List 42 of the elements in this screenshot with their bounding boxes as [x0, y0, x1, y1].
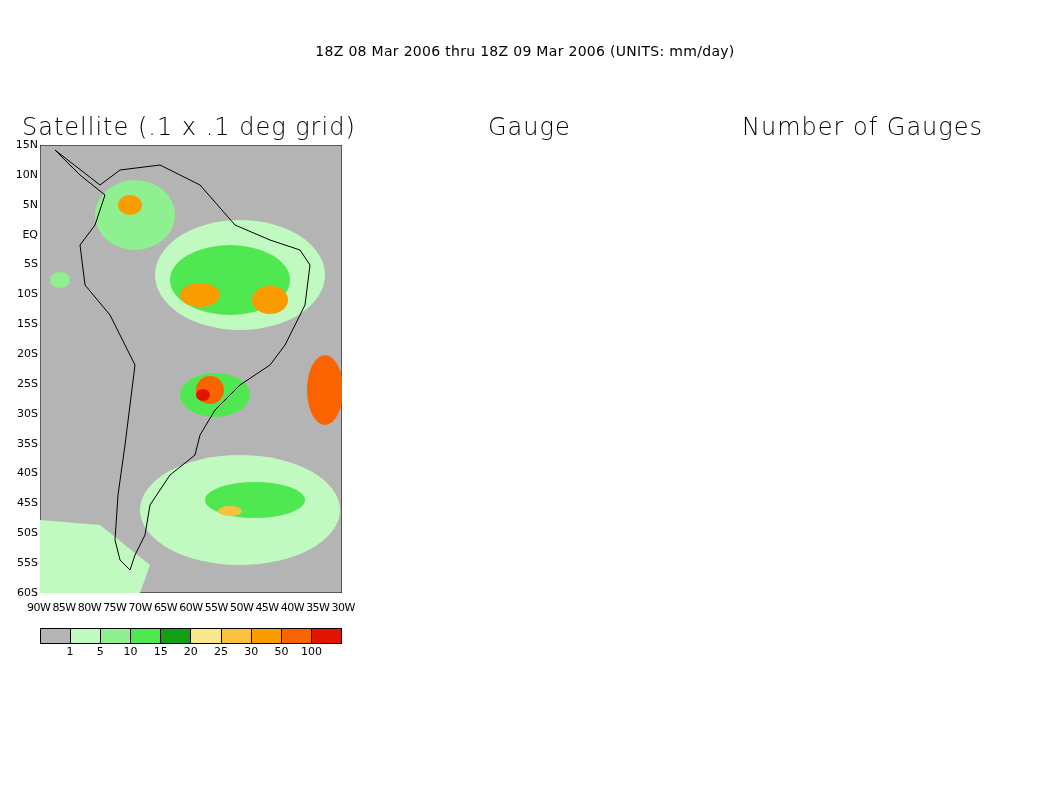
- longitude-label: 35W: [306, 602, 330, 614]
- latitude-label: 5N: [22, 198, 38, 211]
- latitude-label: 55S: [17, 557, 38, 570]
- latitude-label: 50S: [17, 527, 38, 540]
- scale-label: 25: [214, 646, 229, 658]
- latitude-label: 60S: [17, 586, 38, 599]
- longitude-label: 50W: [230, 602, 254, 614]
- scale-label: 15: [153, 646, 168, 658]
- scale-label: 1: [66, 646, 74, 658]
- latitude-label: EQ: [22, 228, 38, 241]
- longitude-label: 85W: [52, 602, 76, 614]
- panel-title: Number of Gauges: [741, 113, 984, 141]
- latitude-label: 25S: [17, 377, 38, 390]
- latitude-label: 20S: [17, 348, 38, 360]
- latitude-label: 40S: [17, 467, 38, 480]
- scale-label: 20: [183, 646, 198, 658]
- panel-title: Gauge: [487, 113, 572, 141]
- latitude-label: 45S: [17, 497, 38, 510]
- longitude-label: 80W: [77, 602, 102, 614]
- longitude-label: 65W: [153, 602, 178, 614]
- latitude-label: 5S: [24, 258, 38, 271]
- longitude-label: 90W: [27, 602, 51, 614]
- scale-label: 5: [96, 646, 104, 658]
- longitude-label: 75W: [103, 602, 127, 614]
- panel-title: Satellite (.1 x .1 deg grid): [22, 113, 357, 141]
- longitude-label: 30W: [331, 602, 355, 614]
- latitude-label: 30S: [17, 407, 38, 420]
- scale-label: 10: [123, 646, 138, 658]
- longitude-label: 55W: [204, 602, 228, 614]
- latitude-label: 15N: [15, 139, 38, 151]
- latitude-label: 10S: [17, 288, 38, 301]
- plot-title: 18Z 08 Mar 2006 thru 18Z 09 Mar 2006 (UNITS: mm/day): [314, 43, 736, 59]
- longitude-label: 60W: [179, 602, 203, 614]
- scale-label: 100: [301, 646, 323, 658]
- latitude-label: 10N: [15, 168, 38, 181]
- longitude-label: 45W: [255, 602, 279, 614]
- latitude-label: 15S: [17, 318, 38, 331]
- longitude-label: 70W: [128, 602, 152, 614]
- scale-label: 30: [244, 646, 259, 658]
- latitude-label: 35S: [17, 437, 38, 450]
- longitude-label: 40W: [280, 602, 305, 614]
- scale-label: 50: [274, 646, 289, 658]
